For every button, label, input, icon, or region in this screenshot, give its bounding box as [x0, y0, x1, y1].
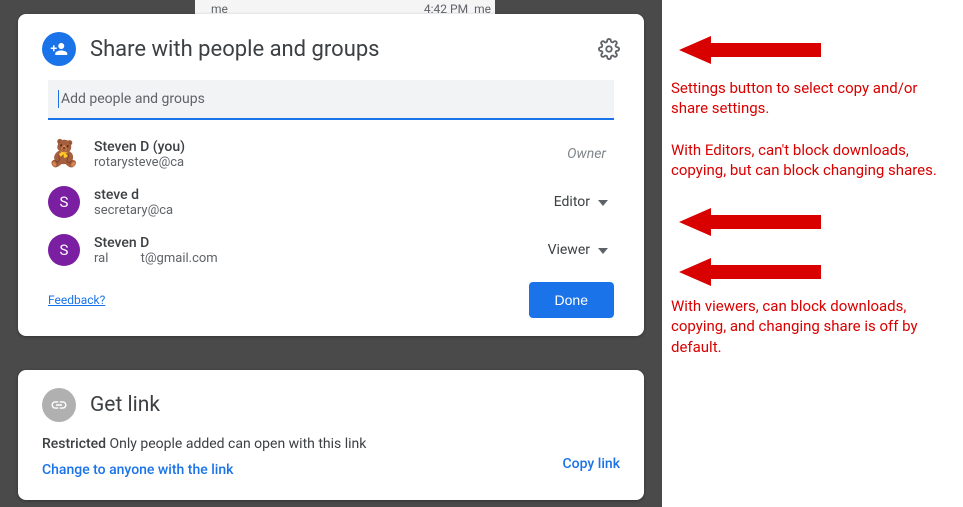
people-icon	[42, 32, 76, 66]
person-email: ral t@gmail.com	[94, 251, 542, 266]
person-email: secretary@ca	[94, 203, 548, 218]
role-owner: Owner	[567, 146, 614, 162]
chevron-down-icon	[598, 194, 608, 210]
person-row-viewer: S Steven D ral t@gmail.com Viewer	[26, 226, 636, 274]
search-input[interactable]: Add people and groups	[48, 80, 614, 120]
getlink-title: Get link	[90, 393, 160, 417]
avatar: S	[48, 234, 80, 266]
person-email: rotarysteve@ca	[94, 155, 567, 170]
role-dropdown-editor[interactable]: Editor	[548, 190, 614, 214]
search-placeholder: Add people and groups	[61, 91, 205, 107]
share-title: Share with people and groups	[90, 37, 598, 62]
person-name: Steven D (you)	[94, 139, 567, 155]
share-footer: Feedback? Done	[26, 274, 636, 318]
arrow-1	[679, 36, 821, 64]
person-name: steve d	[94, 187, 548, 203]
share-header: Share with people and groups	[26, 32, 636, 66]
getlink-dialog: Get link Restricted Only people added ca…	[18, 370, 644, 500]
change-access-link[interactable]: Change to anyone with the link	[42, 462, 563, 478]
avatar: S	[48, 186, 80, 218]
arrow-3	[679, 258, 821, 286]
arrow-2	[679, 208, 821, 236]
annotation-2: With Editors, can't block downloads, cop…	[671, 140, 951, 181]
avatar: 🧸	[48, 138, 80, 170]
restricted-text: Restricted Only people added can open wi…	[42, 436, 563, 452]
chevron-down-icon	[598, 242, 608, 258]
annotation-3: With viewers, can block downloads, copyi…	[671, 296, 951, 357]
annotation-1: Settings button to select copy and/or sh…	[671, 78, 951, 119]
person-name: Steven D	[94, 235, 542, 251]
share-dialog: Share with people and groups Add people …	[18, 14, 644, 336]
feedback-link[interactable]: Feedback?	[48, 293, 105, 307]
done-button[interactable]: Done	[529, 282, 614, 318]
link-icon	[42, 388, 76, 422]
gear-icon[interactable]	[598, 38, 620, 60]
input-caret	[58, 90, 59, 108]
person-row-editor: S steve d secretary@ca Editor	[26, 178, 636, 226]
person-row-owner: 🧸 Steven D (you) rotarysteve@ca Owner	[26, 130, 636, 178]
getlink-header: Get link	[42, 388, 620, 422]
role-dropdown-viewer[interactable]: Viewer	[542, 238, 614, 262]
copy-link-button[interactable]: Copy link	[563, 450, 620, 478]
